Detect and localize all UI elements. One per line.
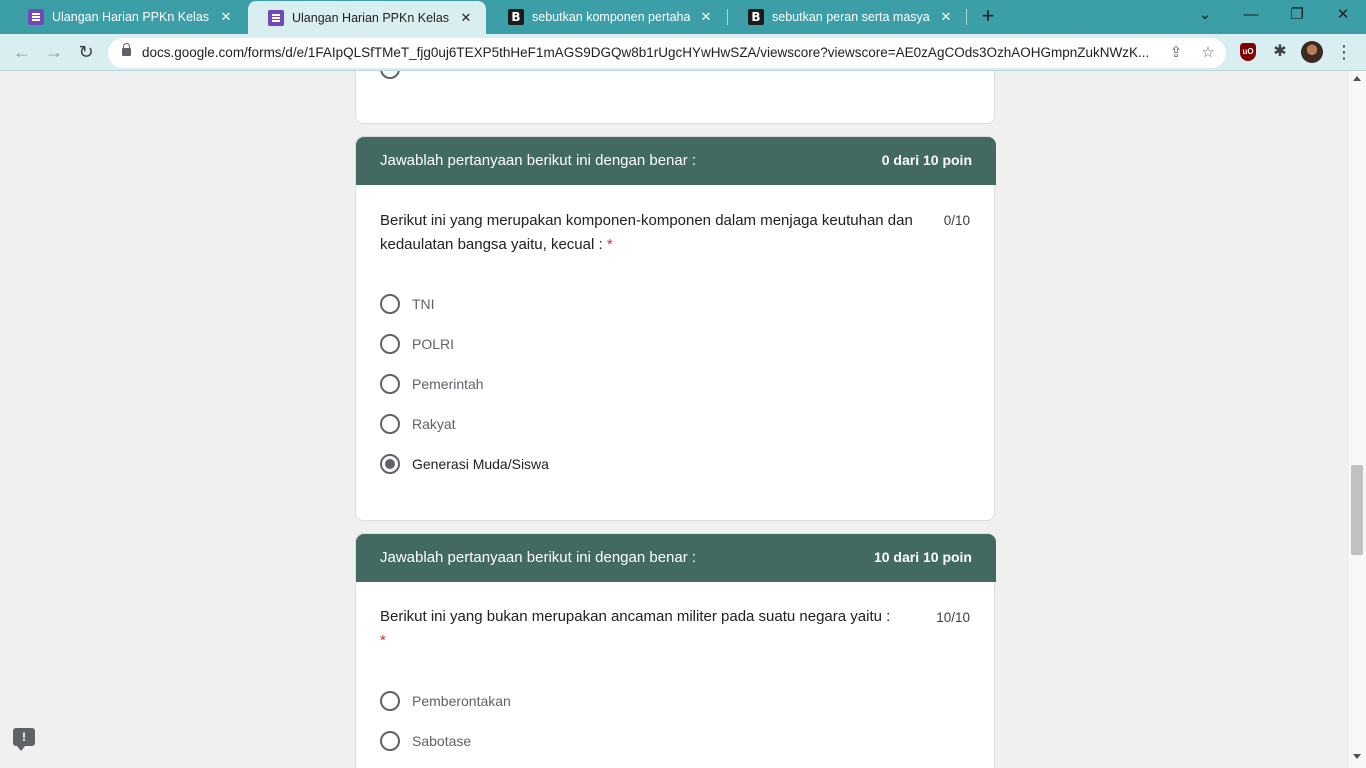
- profile-avatar[interactable]: [1301, 41, 1323, 63]
- reload-icon[interactable]: ↻: [73, 39, 99, 65]
- ublock-icon[interactable]: uO: [1240, 43, 1256, 61]
- option-generasi-muda[interactable]: Generasi Muda/Siswa: [380, 452, 549, 476]
- browser-menu-icon[interactable]: ⋮: [1333, 41, 1355, 63]
- tab-forms-1[interactable]: Ulangan Harian PPKn Kelas X-VI ✕: [8, 0, 246, 34]
- option-label: Sabotase: [412, 733, 472, 749]
- radio-button[interactable]: [380, 374, 400, 394]
- browser-toolbar: ← → ↻ docs.google.com/forms/d/e/1FAIpQLS…: [0, 34, 1366, 71]
- lock-icon[interactable]: [122, 43, 131, 56]
- share-icon[interactable]: ⇪: [1166, 43, 1186, 63]
- page-scrollbar[interactable]: [1349, 71, 1366, 768]
- tab-brainly-1[interactable]: B sebutkan komponen pertahanan ✕: [488, 0, 726, 34]
- forward-arrow-icon[interactable]: →: [41, 39, 67, 65]
- brainly-icon: B: [748, 9, 764, 25]
- option-pemerintah[interactable]: Pemerintah: [380, 372, 484, 396]
- tab-title: Ulangan Harian PPKn Kelas X-VI: [52, 10, 210, 24]
- card-header: Jawablah pertanyaan berikut ini dengan b…: [356, 534, 996, 582]
- question-card: Jawablah pertanyaan berikut ini dengan b…: [355, 533, 996, 768]
- tab-title: sebutkan komponen pertahanan: [532, 10, 690, 24]
- option-label: Generasi Muda/Siswa: [412, 456, 549, 472]
- previous-question-card: [355, 71, 995, 124]
- new-tab-button[interactable]: +: [976, 4, 1000, 28]
- card-header: Jawablah pertanyaan berikut ini dengan b…: [356, 137, 996, 185]
- radio-button[interactable]: [380, 691, 400, 711]
- back-arrow-icon[interactable]: ←: [9, 39, 35, 65]
- restore-button[interactable]: ❐: [1274, 0, 1320, 30]
- required-mark: *: [380, 632, 386, 649]
- radio-button[interactable]: [380, 731, 400, 751]
- card-header-score: 10 dari 10 poin: [873, 549, 972, 565]
- question-score: 0/10: [943, 213, 970, 228]
- tab-strip: Ulangan Harian PPKn Kelas X-VI ✕ Ulangan…: [0, 0, 1366, 35]
- required-mark: *: [606, 236, 613, 253]
- option-label: POLRI: [412, 336, 455, 352]
- minimize-button[interactable]: —: [1228, 0, 1274, 30]
- option-sabotase[interactable]: Sabotase: [380, 729, 471, 753]
- question-label: Berikut ini yang bukan merupakan ancaman…: [380, 608, 891, 625]
- close-window-button[interactable]: ✕: [1320, 0, 1366, 30]
- question-score: 10/10: [936, 610, 970, 625]
- radio-button[interactable]: [380, 294, 400, 314]
- tab-title: sebutkan peran serta masyarakat: [772, 10, 930, 24]
- google-forms-icon: [28, 9, 44, 25]
- tab-separator: [966, 9, 967, 25]
- question-label: Berikut ini yang merupakan komponen-komp…: [380, 212, 913, 253]
- close-icon[interactable]: ✕: [938, 9, 954, 25]
- scroll-thumb[interactable]: [1351, 465, 1363, 555]
- form-content: Jawablah pertanyaan berikut ini dengan b…: [0, 71, 1366, 768]
- scroll-up-arrow-icon[interactable]: [1353, 76, 1361, 81]
- option-pemberontakan[interactable]: Pemberontakan: [380, 689, 511, 713]
- card-header-score: 0 dari 10 poin: [881, 152, 972, 168]
- close-icon[interactable]: ✕: [698, 9, 714, 25]
- brainly-icon: B: [508, 9, 524, 25]
- extensions-puzzle-icon[interactable]: ✱: [1269, 41, 1291, 63]
- tab-brainly-2[interactable]: B sebutkan peran serta masyarakat ✕: [728, 0, 966, 34]
- google-forms-icon: [268, 10, 284, 26]
- question-text: Berikut ini yang bukan merupakan ancaman…: [380, 605, 936, 653]
- card-header-title: Jawablah pertanyaan berikut ini dengan b…: [380, 152, 697, 169]
- question-card: Jawablah pertanyaan berikut ini dengan b…: [355, 136, 996, 521]
- close-icon[interactable]: ✕: [218, 9, 234, 25]
- option-rakyat[interactable]: Rakyat: [380, 412, 456, 436]
- radio-button[interactable]: [380, 414, 400, 434]
- card-header-title: Jawablah pertanyaan berikut ini dengan b…: [380, 549, 697, 566]
- bookmark-star-icon[interactable]: ☆: [1198, 43, 1218, 63]
- tab-search-icon[interactable]: ⌄: [1182, 0, 1228, 30]
- radio-button[interactable]: [380, 71, 400, 79]
- radio-button-selected[interactable]: [380, 454, 400, 474]
- report-problem-icon[interactable]: !: [13, 728, 35, 751]
- address-bar[interactable]: docs.google.com/forms/d/e/1FAIpQLSfTMeT_…: [108, 38, 1226, 68]
- scroll-down-arrow-icon[interactable]: [1353, 754, 1361, 759]
- question-text: Berikut ini yang merupakan komponen-komp…: [380, 209, 940, 257]
- option-label: Pemberontakan: [412, 693, 511, 709]
- radio-button[interactable]: [380, 334, 400, 354]
- option-label: Pemerintah: [412, 376, 484, 392]
- close-icon[interactable]: ✕: [458, 10, 474, 26]
- option-label: TNI: [412, 296, 435, 312]
- option-polri[interactable]: POLRI: [380, 332, 454, 356]
- tab-title: Ulangan Harian PPKn Kelas X-VI: [292, 11, 450, 25]
- tab-forms-2[interactable]: Ulangan Harian PPKn Kelas X-VI ✕: [248, 1, 486, 35]
- option-label: Rakyat: [412, 416, 456, 432]
- url-text[interactable]: docs.google.com/forms/d/e/1FAIpQLSfTMeT_…: [142, 45, 1160, 60]
- option-tni[interactable]: TNI: [380, 292, 435, 316]
